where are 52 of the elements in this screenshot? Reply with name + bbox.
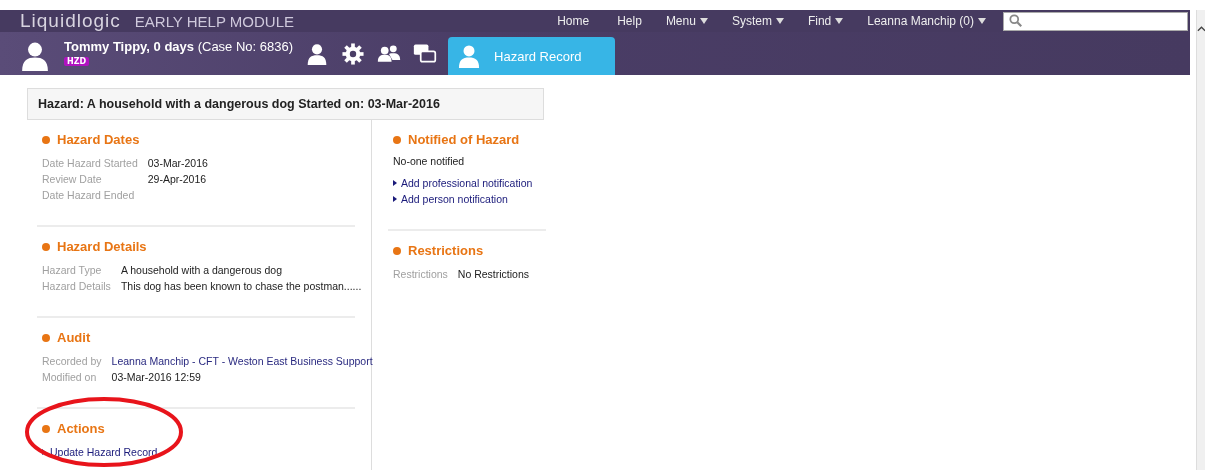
person-name: Tommy Tippy, 0 days (Case No: 6836) xyxy=(64,39,294,54)
caret-icon xyxy=(835,18,844,24)
triangle-icon xyxy=(42,449,46,455)
nav-menu-item[interactable]: Menu xyxy=(656,14,717,28)
field-value: No Restrictions xyxy=(457,267,531,282)
person-icon xyxy=(458,44,481,68)
section-heading: Restrictions xyxy=(393,243,546,258)
action-link[interactable]: Add professional notification xyxy=(393,175,546,191)
field-value: 03-Mar-2016 xyxy=(147,156,209,171)
action-link[interactable]: Add person notification xyxy=(393,191,546,207)
search-field[interactable] xyxy=(1003,11,1188,31)
nav-menu-item[interactable]: Help xyxy=(608,14,651,28)
caret-icon xyxy=(1197,26,1205,32)
section-heading: Actions xyxy=(42,421,355,436)
notification-status: No-one notified xyxy=(393,155,466,167)
windows-icon[interactable] xyxy=(413,42,438,65)
search-icon xyxy=(1009,14,1023,28)
nav-menu-item[interactable]: Home xyxy=(548,14,599,28)
brand-logo: Liquidlogic xyxy=(20,10,121,32)
scrollbar[interactable] xyxy=(1196,10,1205,470)
section-heading: Notified of Hazard xyxy=(393,132,546,147)
field-label: Hazard Type xyxy=(42,263,103,278)
settings-icon[interactable] xyxy=(341,42,366,65)
triangle-icon xyxy=(393,196,397,202)
caret-icon xyxy=(978,18,986,24)
section-heading: Audit xyxy=(42,330,355,345)
field-value: This dog has been known to chase the postman...... xyxy=(120,279,362,294)
section-heading: Hazard Dates xyxy=(42,132,355,147)
field-label: Date Hazard Ended xyxy=(42,188,136,203)
field-value: 03-Mar-2016 12:59 xyxy=(111,370,202,385)
hazard-badge: HZD xyxy=(64,57,90,66)
action-link[interactable]: Update Hazard Record xyxy=(42,444,355,460)
nav-menu-item[interactable]: Leanna Manchip (0) xyxy=(858,14,995,28)
nav-menu-item[interactable]: Find xyxy=(798,14,853,28)
people-icon[interactable] xyxy=(377,42,402,65)
hazard-header: Hazard: A household with a dangerous dog Started on: 03-Mar-2016 xyxy=(27,88,544,120)
field-label: Recorded by xyxy=(42,354,102,369)
field-label: Date Hazard Started xyxy=(42,156,138,171)
caret-icon xyxy=(775,18,784,24)
field-label: Restrictions xyxy=(393,267,448,282)
triangle-icon xyxy=(393,180,397,186)
field-label: Modified on xyxy=(42,370,98,385)
field-value[interactable]: Leanna Manchip - CFT - Weston East Business Support xyxy=(111,353,373,369)
caret-icon xyxy=(699,18,708,24)
field-value: 29-Apr-2016 xyxy=(147,172,208,187)
field-label: Hazard Details xyxy=(42,279,111,294)
person-icon xyxy=(22,41,48,71)
field-value: A household with a dangerous dog xyxy=(120,263,283,278)
section-heading: Hazard Details xyxy=(42,239,355,254)
module-title: EARLY HELP MODULE xyxy=(134,12,295,30)
field-label: Review Date xyxy=(42,172,103,187)
nav-menu-item[interactable]: System xyxy=(722,14,793,28)
